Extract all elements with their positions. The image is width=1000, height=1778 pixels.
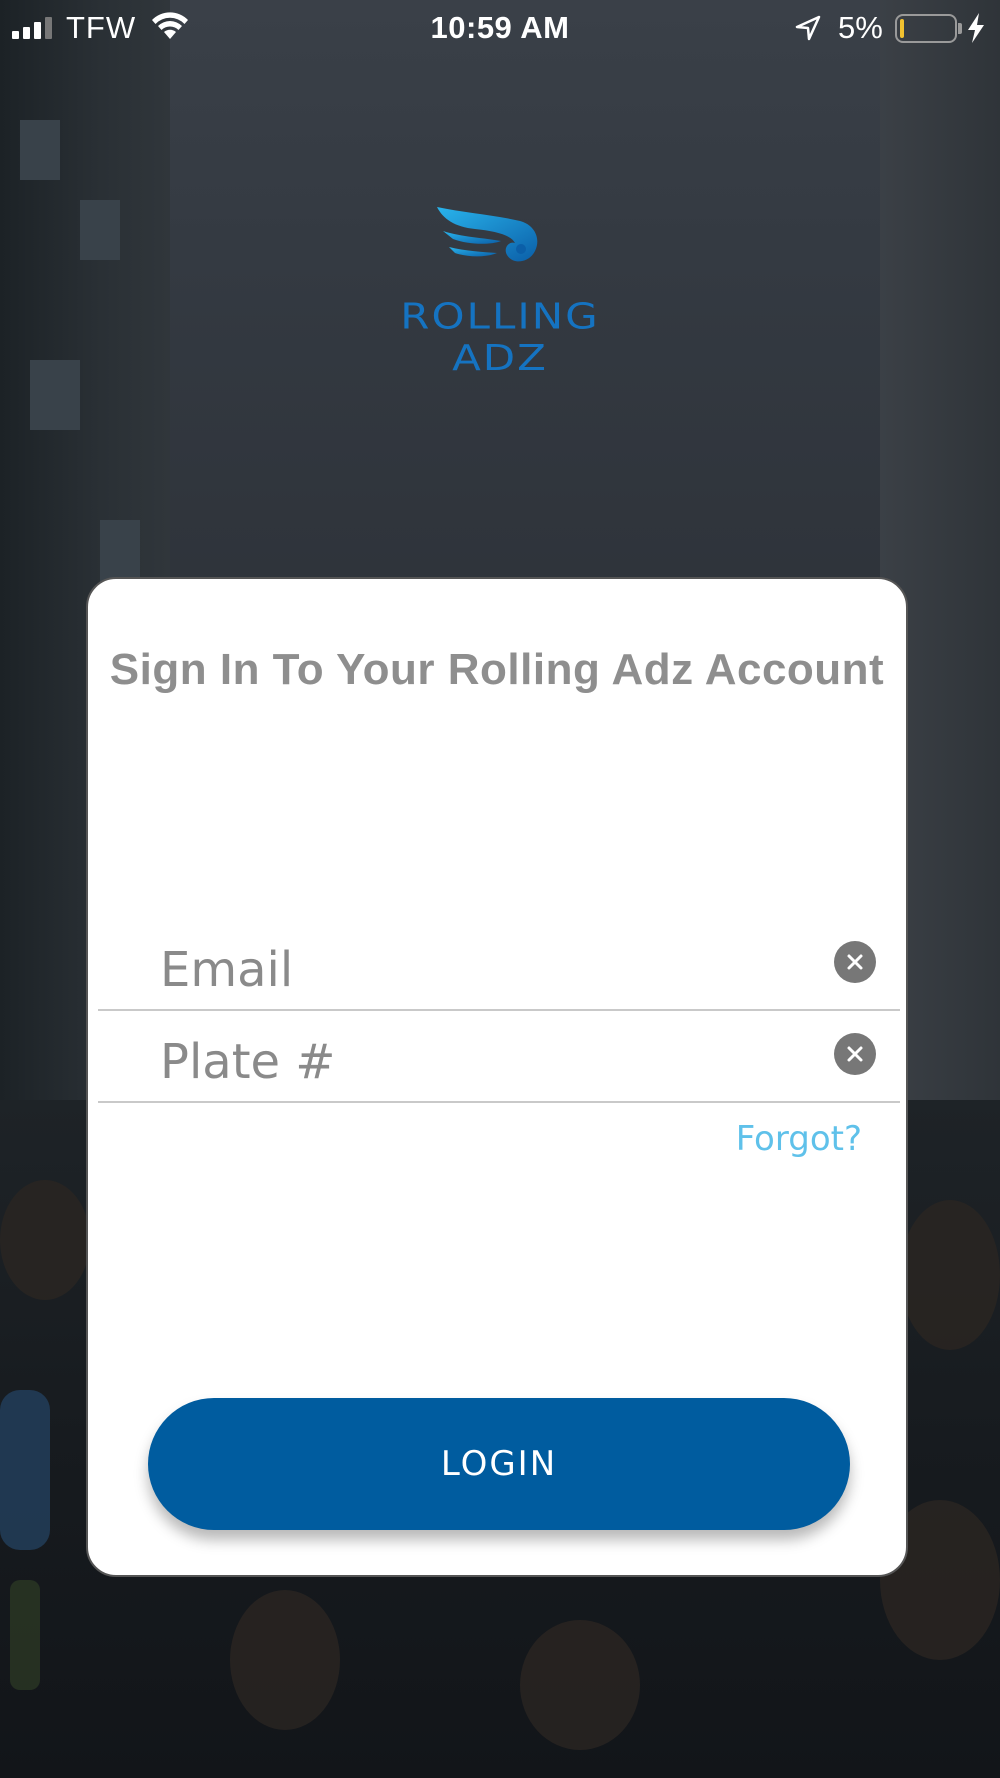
battery-level-fill xyxy=(900,19,904,38)
background-person xyxy=(230,1590,340,1730)
plate-input[interactable] xyxy=(160,1031,780,1093)
email-input[interactable] xyxy=(160,939,780,1001)
battery-percentage: 5% xyxy=(838,10,883,45)
battery-icon xyxy=(895,14,957,43)
email-field-row xyxy=(98,919,900,1011)
background-window xyxy=(30,360,80,430)
status-bar: TFW 10:59 AM 5% xyxy=(0,0,1000,56)
forgot-link[interactable]: Forgot? xyxy=(736,1119,862,1159)
background-person xyxy=(0,1390,50,1550)
background-person xyxy=(0,1180,90,1300)
charging-bolt-icon xyxy=(966,12,986,49)
battery-tip xyxy=(958,23,962,34)
logo-wordmark: ROLLING ADZ xyxy=(400,295,600,379)
plate-field-row xyxy=(98,1011,900,1103)
background-window xyxy=(20,120,60,180)
login-card: Sign In To Your Rolling Adz Account Forg… xyxy=(86,577,908,1577)
page-title: Sign In To Your Rolling Adz Account xyxy=(109,645,885,694)
background-person xyxy=(10,1580,40,1690)
background-person xyxy=(520,1620,640,1750)
background-window xyxy=(80,200,120,260)
wings-logo-icon xyxy=(435,205,545,280)
clear-circle-icon xyxy=(847,954,863,970)
plate-clear-button[interactable] xyxy=(834,1033,876,1075)
app-logo: ROLLING ADZ xyxy=(350,205,650,379)
login-button[interactable]: LOGIN xyxy=(148,1398,850,1530)
location-arrow-icon xyxy=(794,14,822,47)
background-person xyxy=(900,1200,1000,1350)
clear-circle-icon xyxy=(847,1046,863,1062)
email-clear-button[interactable] xyxy=(834,941,876,983)
